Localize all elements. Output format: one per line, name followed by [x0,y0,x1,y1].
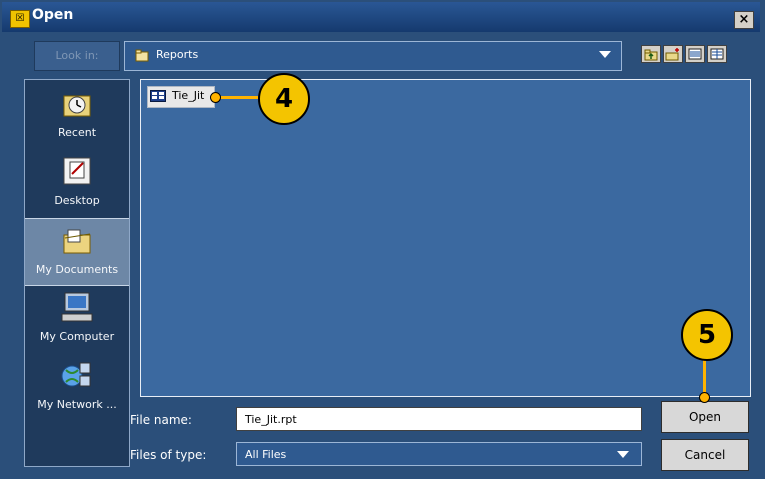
computer-icon [61,292,93,322]
list-view-icon [688,48,702,60]
callout-4-dot [210,92,221,103]
sidebar-item-my-computer[interactable]: My Computer [25,286,129,352]
file-item-tie-jit[interactable]: Tie_Jit [147,86,215,108]
sidebar-item-label: My Documents [35,263,119,276]
file-name-label: Tie_Jit [172,89,205,102]
sidebar-item-label: My Computer [39,330,115,343]
places-bar: Recent Desktop My Documents My Computer … [24,79,130,467]
sidebar-item-my-network[interactable]: My Network ... [25,354,129,420]
clock-folder-icon [63,95,91,117]
up-one-level-button[interactable] [641,45,661,63]
details-view-icon [710,48,724,60]
folder-icon [135,49,149,62]
dialog-title: Open [32,7,74,23]
look-in-label: Look in: [34,41,120,71]
open-dialog: ☒ Open × Look in: Reports Recent Desktop… [0,0,765,479]
new-folder-button[interactable] [663,45,683,63]
app-icon: ☒ [10,10,30,28]
file-list-pane[interactable]: Tie_Jit [140,79,751,397]
sidebar-item-label: Recent [57,126,97,139]
cancel-button[interactable]: Cancel [661,439,749,471]
open-button[interactable]: Open [661,401,749,433]
sidebar-item-label: My Network ... [37,398,117,411]
file-type-value: All Files [245,448,287,461]
sidebar-item-desktop[interactable]: Desktop [25,150,129,216]
chevron-down-icon [617,451,629,458]
documents-folder-icon [63,229,91,254]
sidebar-item-my-documents[interactable]: My Documents [25,218,129,286]
current-folder-name: Reports [156,48,199,61]
list-view-button[interactable] [685,45,705,63]
file-name-input[interactable]: Tie_Jit.rpt [236,407,642,431]
chevron-down-icon [599,51,611,58]
new-folder-icon [665,48,679,61]
file-type-select[interactable]: All Files [236,442,642,466]
callout-4-badge: 4 [258,73,310,125]
file-name-label: File name: [130,413,192,427]
desktop-note-icon [63,157,91,185]
folder-up-icon [644,49,658,61]
callout-5-badge: 5 [681,309,733,361]
network-icon [61,362,91,387]
close-button[interactable]: × [734,11,754,29]
file-type-label: Files of type: [130,448,207,462]
look-in-dropdown[interactable]: Reports [124,41,622,71]
sidebar-item-recent[interactable]: Recent [25,82,129,148]
callout-5-dot [699,392,710,403]
sidebar-item-label: Desktop [54,194,100,207]
callout-5-line [703,356,706,396]
report-file-icon [150,90,166,102]
title-bar: ☒ Open × [2,2,760,32]
details-view-button[interactable] [707,45,727,63]
